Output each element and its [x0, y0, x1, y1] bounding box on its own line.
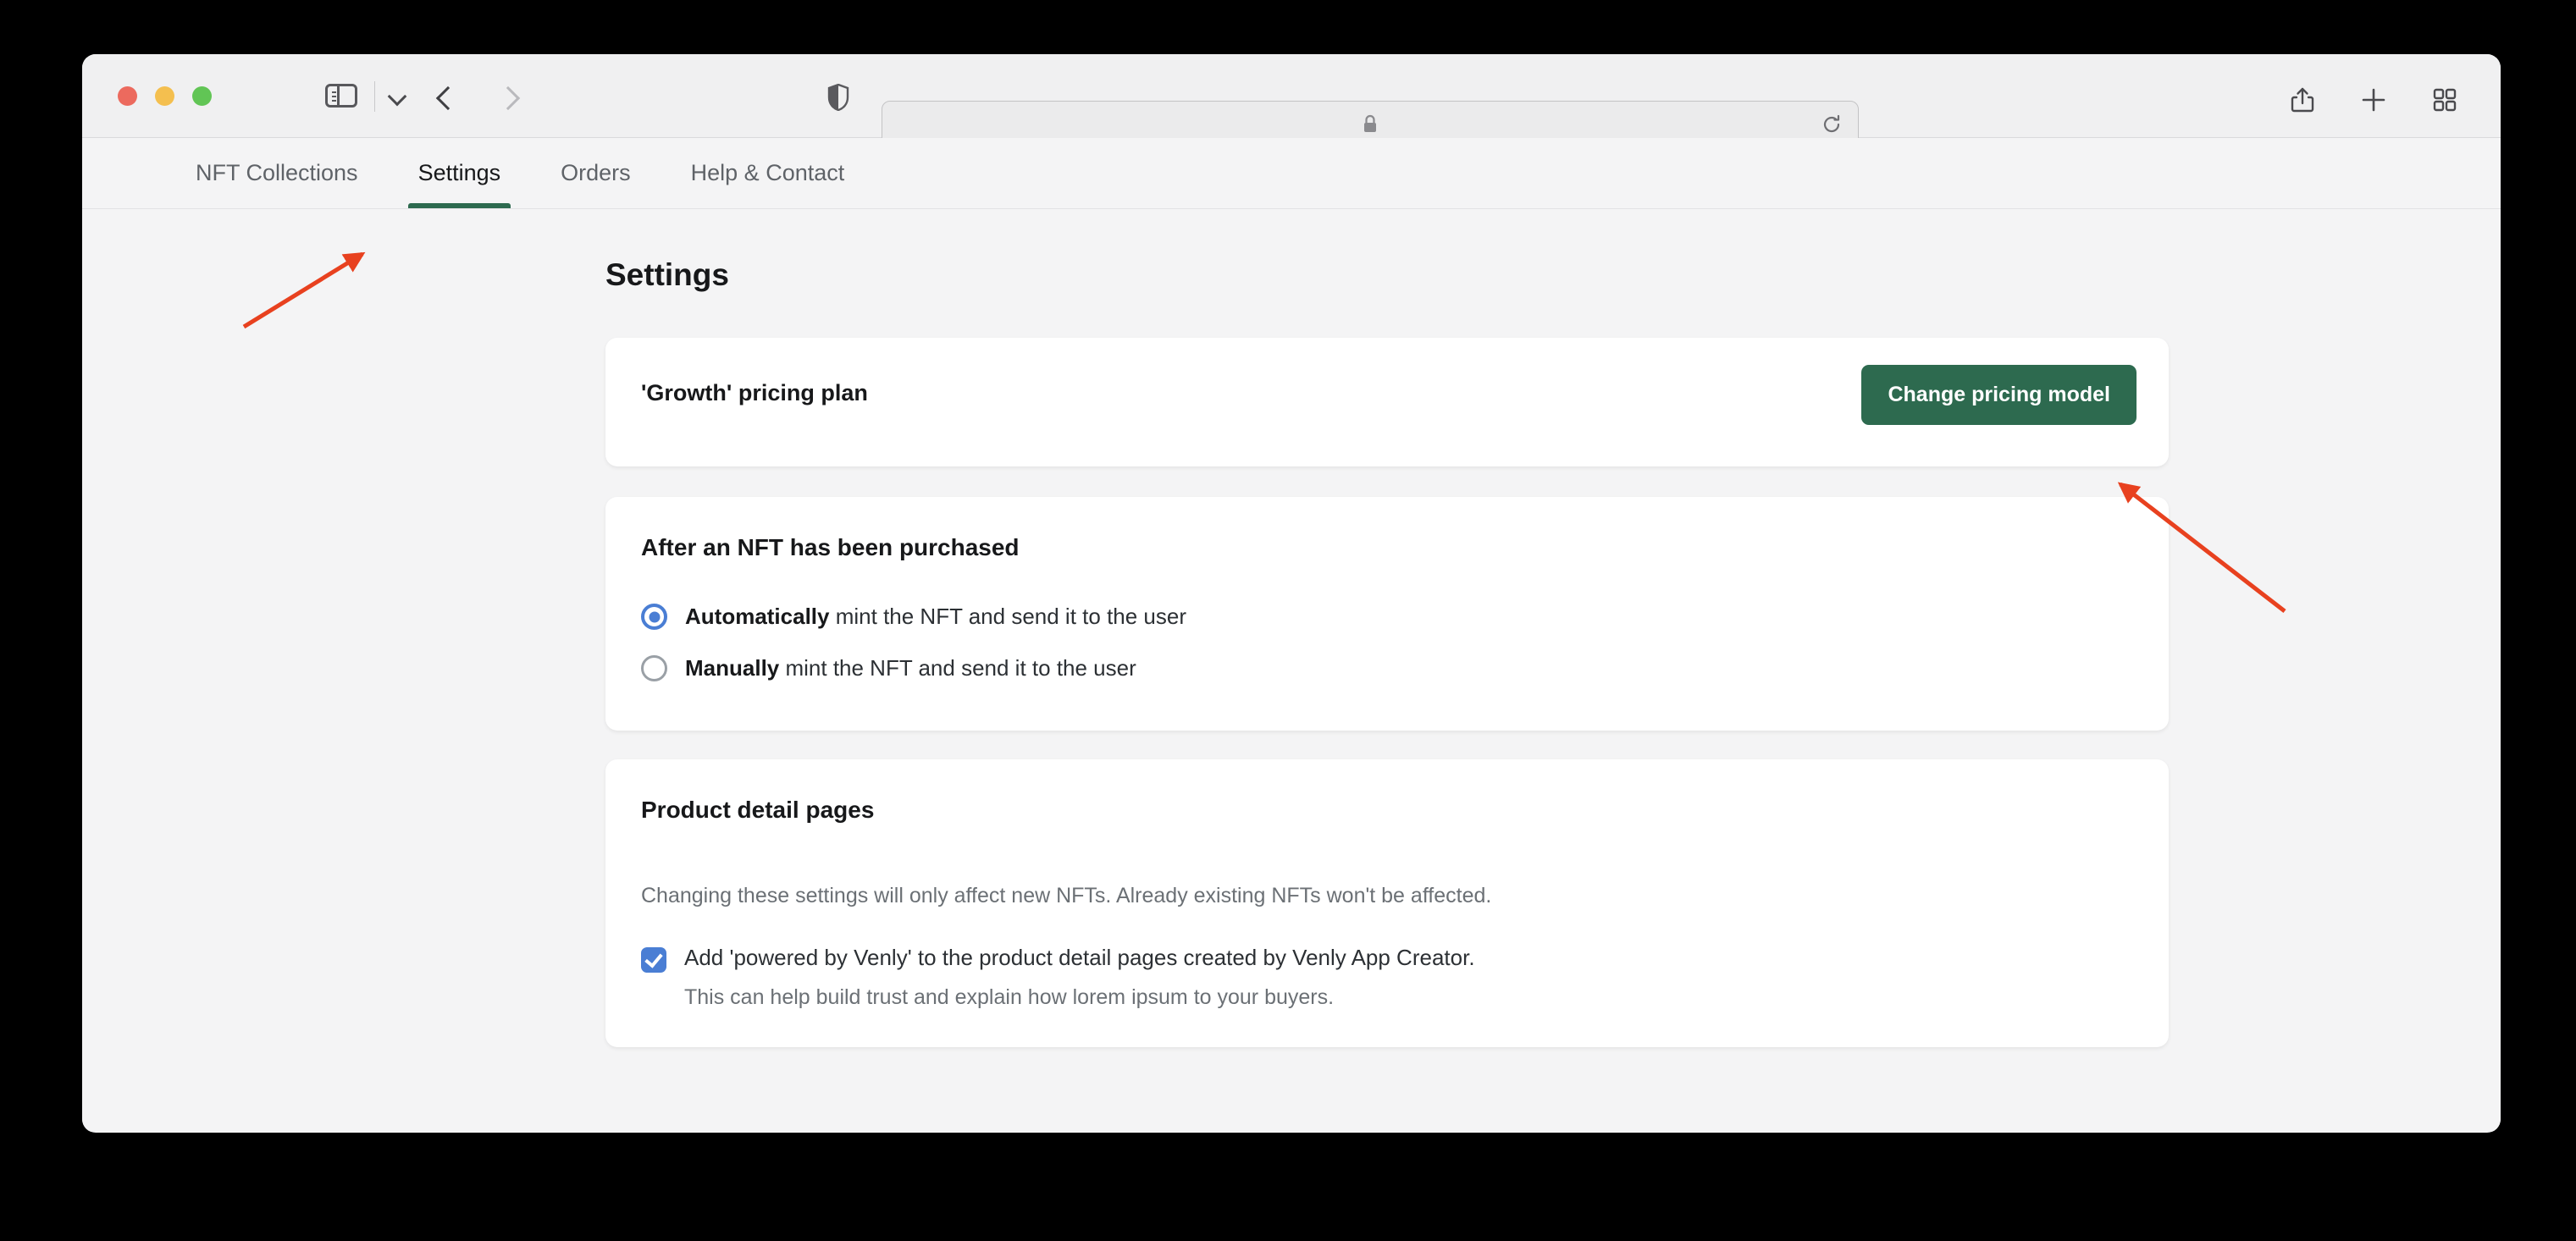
toolbar-right-actions: [2286, 83, 2462, 117]
radio-automatically-emphasis: Automatically: [685, 604, 830, 629]
app-tab-bar: NFT Collections Settings Orders Help & C…: [82, 138, 2501, 209]
privacy-shield-icon[interactable]: [827, 83, 849, 112]
after-purchase-heading: After an NFT has been purchased: [641, 534, 1020, 560]
tab-orders[interactable]: Orders: [557, 138, 634, 208]
pricing-plan-card: 'Growth' pricing plan Change pricing mod…: [605, 338, 2169, 466]
radio-automatically-label: Automatically mint the NFT and send it t…: [685, 604, 1186, 630]
forward-arrow-icon: [491, 81, 525, 115]
toolbar-divider: [374, 81, 375, 112]
radio-manually-rest: mint the NFT and send it to the user: [779, 655, 1136, 681]
tab-help-contact[interactable]: Help & Contact: [688, 138, 849, 208]
radio-automatically-rest: mint the NFT and send it to the user: [829, 604, 1187, 629]
back-arrow-icon[interactable]: [429, 81, 463, 115]
reload-icon[interactable]: [1821, 113, 1843, 135]
minimize-window-button[interactable]: [155, 86, 174, 106]
pricing-plan-label: 'Growth' pricing plan: [641, 380, 868, 405]
radio-automatically-icon[interactable]: [641, 604, 667, 630]
radio-manually-emphasis: Manually: [685, 655, 780, 681]
powered-by-venly-checkbox-row[interactable]: Add 'powered by Venly' to the product de…: [641, 944, 1475, 1010]
tab-nft-collections[interactable]: NFT Collections: [192, 138, 362, 208]
browser-window: NFT Collections Settings Orders Help & C…: [82, 54, 2501, 1133]
product-detail-heading: Product detail pages: [641, 797, 875, 823]
plus-icon[interactable]: [2357, 83, 2391, 117]
close-window-button[interactable]: [118, 86, 137, 106]
powered-by-venly-hint: This can help build trust and explain ho…: [684, 985, 1335, 1009]
settings-page: Settings 'Growth' pricing plan Change pr…: [82, 209, 2501, 1132]
after-purchase-card: After an NFT has been purchased Automati…: [605, 497, 2169, 731]
radio-option-automatically[interactable]: Automatically mint the NFT and send it t…: [641, 604, 1186, 630]
product-detail-pages-card: Product detail pages Changing these sett…: [605, 759, 2169, 1047]
sidebar-toggle-icon[interactable]: [325, 84, 359, 109]
lock-icon: [1362, 114, 1379, 135]
share-icon[interactable]: [2286, 83, 2319, 117]
radio-manually-label: Manually mint the NFT and send it to the…: [685, 655, 1136, 681]
radio-manually-icon[interactable]: [641, 655, 667, 681]
maximize-window-button[interactable]: [192, 86, 212, 106]
browser-toolbar: [82, 54, 2501, 149]
page-title: Settings: [605, 257, 729, 292]
change-pricing-model-button[interactable]: Change pricing model: [1861, 365, 2137, 425]
radio-option-manually[interactable]: Manually mint the NFT and send it to the…: [641, 655, 1136, 681]
powered-by-venly-checkbox[interactable]: [641, 947, 666, 973]
tab-settings[interactable]: Settings: [407, 138, 511, 208]
window-controls: [118, 86, 212, 106]
chevron-down-icon[interactable]: [384, 85, 411, 108]
tab-overview-icon[interactable]: [2428, 83, 2462, 117]
product-detail-description: Changing these settings will only affect…: [641, 884, 1492, 907]
powered-by-venly-label: Add 'powered by Venly' to the product de…: [684, 945, 1475, 970]
